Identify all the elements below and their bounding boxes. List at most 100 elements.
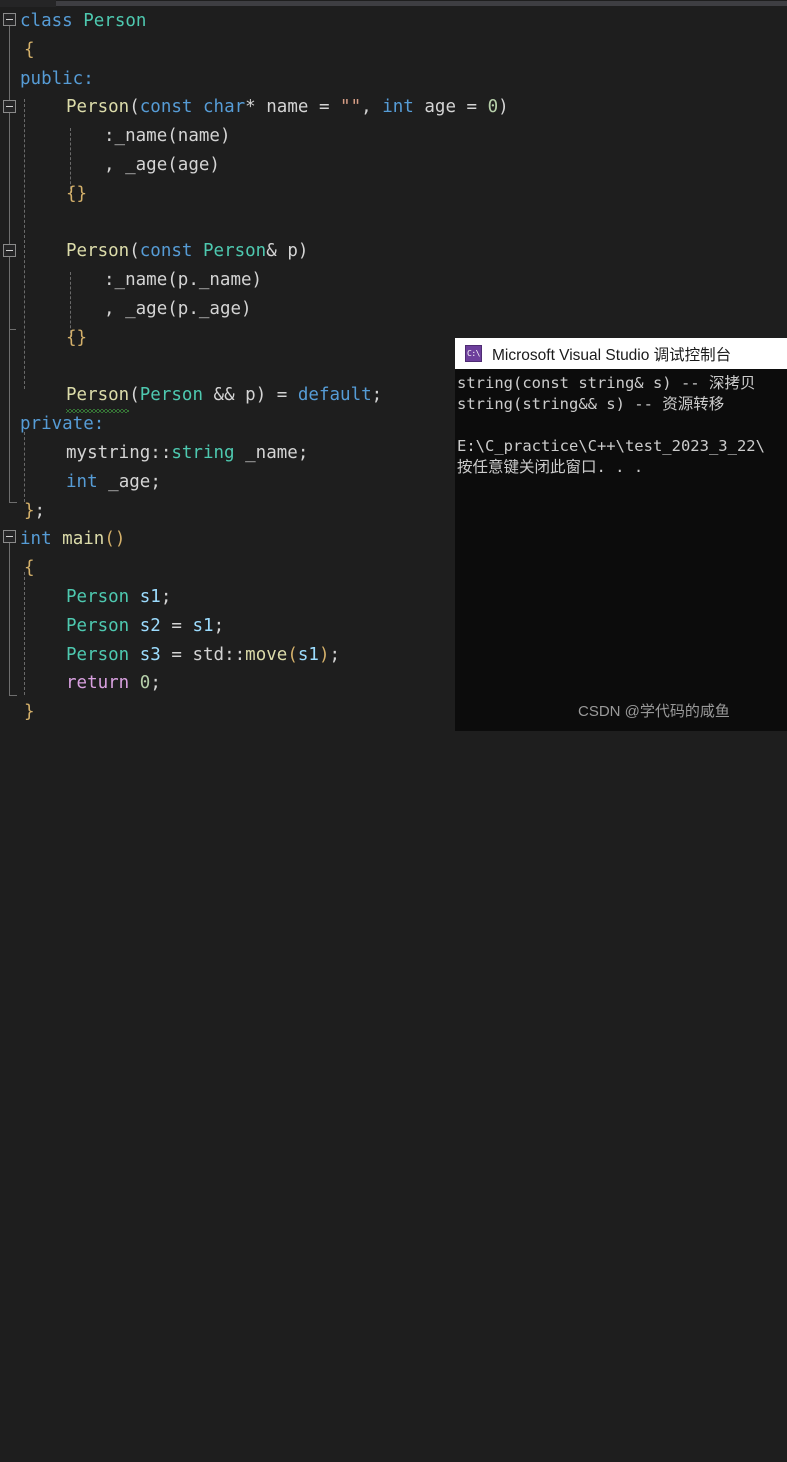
token-close-brace-main: } [24,702,35,723]
code-line-25[interactable]: } [24,698,35,727]
console-output-area[interactable]: string(const string& s) -- 深拷贝 string(st… [455,369,787,731]
token-arg-s1: s1 [297,644,319,665]
token-semicolon: ; [150,471,161,492]
token-type-person: Person [66,587,130,607]
token-paren-close: ) [255,385,267,406]
window-top-strip [0,0,787,7]
token-access-public: public: [20,68,94,89]
console-line-5: 按任意键关闭此窗口. . . [457,458,644,476]
token-member-age: _age [108,471,151,492]
token-var-s2: s2 [139,615,161,636]
code-line-21[interactable]: Person s1; [66,583,171,612]
token-equals: = [276,385,288,406]
token-close-brace-class: } [24,500,35,521]
code-line-19[interactable]: int main() [20,525,125,554]
top-strip-right [56,1,787,6]
token-paren-close: ) [297,241,309,262]
token-fn-move: move [245,644,288,665]
token-keyword-class: class [20,11,73,31]
debug-console-window[interactable]: Microsoft Visual Studio 调试控制台 string(con… [455,338,787,731]
code-line-17[interactable]: int _age; [66,468,161,497]
console-line-2: string(string&& s) -- 资源转移 [457,395,725,413]
token-paren-close: ) [241,299,252,319]
code-line-18[interactable]: }; [24,497,45,526]
code-line-24[interactable]: return 0; [66,669,161,698]
token-namespace-std: std:: [192,644,246,665]
token-double-ampersand: && [213,385,235,406]
token-paren-close: ) [209,155,220,175]
code-line-16[interactable]: mystring::string _name; [66,439,308,468]
code-line-15[interactable]: private: [20,410,104,439]
token-open-brace-class: { [24,39,35,60]
token-arg-p-name: _name [198,270,252,291]
token-type-person: Person [203,241,267,262]
token-arg-p-dot: p. [177,299,199,319]
token-member-name: _name [245,443,298,463]
token-keyword-default: default [297,385,372,406]
code-line-9[interactable]: Person(const Person& p) [66,237,308,266]
token-paren-open: ( [287,644,298,665]
console-title-bar[interactable]: Microsoft Visual Studio 调试控制台 [455,338,787,369]
code-line-3[interactable]: public: [20,65,94,94]
code-text-area[interactable]: class Person { public: Person(const char… [0,7,787,1462]
token-parens-main: () [104,529,126,550]
token-paren-close: ) [219,126,231,147]
token-paren-open: ( [167,270,178,291]
token-colon-init: : [104,270,115,291]
token-string-empty: "" [340,97,362,118]
code-line-11[interactable]: , _age(p._age) [104,295,252,324]
token-semicolon: ; [34,500,46,521]
token-colon-init: : [104,126,115,147]
code-line-14[interactable]: Person(Person && p) = default; [66,381,382,413]
token-arg-p-age: _age [198,299,242,319]
token-var-s3: s3 [139,644,161,665]
code-line-2[interactable]: { [24,36,35,65]
code-line-1[interactable]: class Person [20,7,146,36]
code-line-4[interactable]: Person(const char* name = "", int age = … [66,93,509,122]
token-type-person: Person [66,615,130,636]
token-comma-init: , [104,299,115,319]
code-line-22[interactable]: Person s2 = s1; [66,612,224,641]
token-type-person: Person [83,11,147,31]
token-field-name: _name [114,126,168,147]
token-paren-close: ) [498,97,509,118]
token-type-string: string [171,443,235,463]
token-comma: , [361,97,372,118]
code-line-7[interactable]: {} [66,180,87,209]
console-title-text: Microsoft Visual Studio 调试控制台 [492,346,732,364]
token-namespace-mystring: mystring:: [66,443,172,463]
code-line-23[interactable]: Person s3 = std::move(s1); [66,641,340,670]
code-line-20[interactable]: { [24,554,35,583]
token-paren-open: ( [167,299,178,319]
token-arg-age: age [177,155,210,175]
token-param-p: p [287,241,298,262]
code-line-10[interactable]: :_name(p._name) [104,266,262,295]
code-line-6[interactable]: , _age(age) [104,151,220,180]
token-param-age: age [424,97,456,118]
code-line-5[interactable]: :_name(name) [104,122,230,151]
code-line-12[interactable]: {} [66,324,87,353]
token-param-name: name [266,97,309,118]
top-strip-left [0,0,56,7]
token-keyword-const: const [139,241,193,262]
token-var-s1: s1 [139,587,161,607]
token-open-brace-main: { [24,558,35,579]
token-semicolon: ; [160,587,172,607]
